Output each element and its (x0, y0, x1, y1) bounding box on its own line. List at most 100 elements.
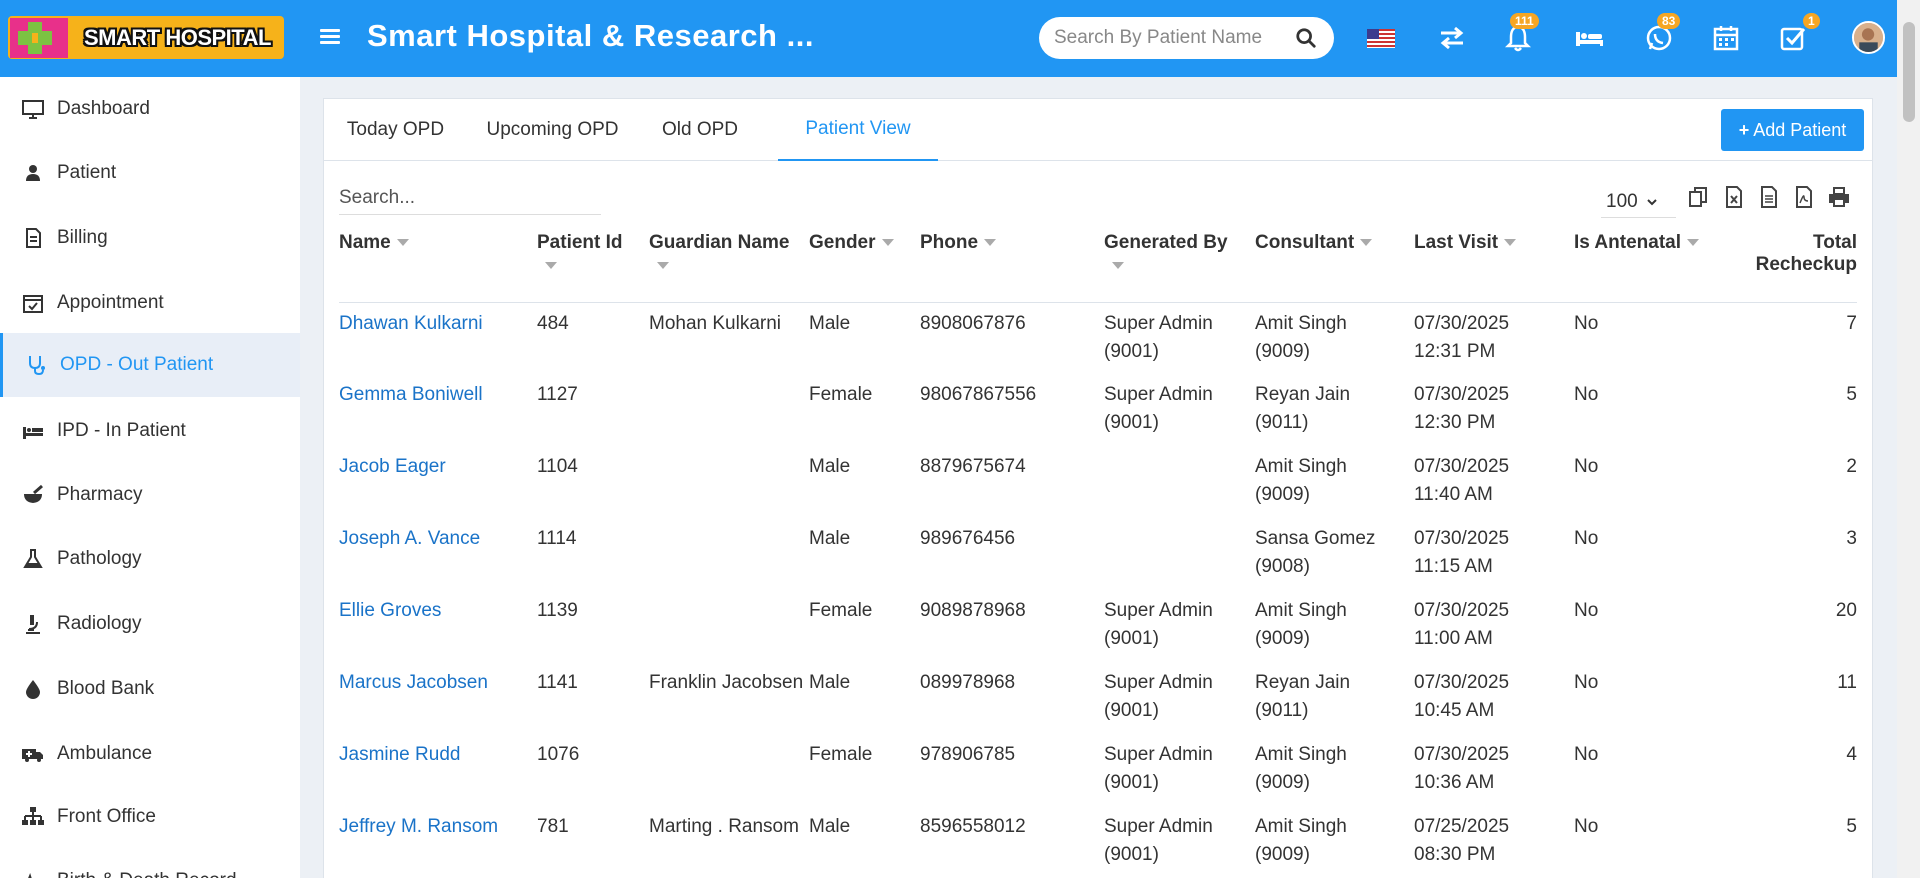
hospital-logo[interactable]: SMART HOSPITAL (8, 16, 284, 59)
sort-icon (545, 262, 557, 269)
cell-gender: Male (809, 456, 851, 477)
sidebar-item-pathology[interactable]: Pathology (0, 527, 300, 591)
sidebar-item-pharmacy[interactable]: Pharmacy (0, 463, 300, 527)
page-size-select[interactable]: 100 (1601, 186, 1676, 218)
cell-patient-id: 1141 (537, 672, 578, 693)
us-flag-icon[interactable] (1365, 22, 1397, 54)
sidebar-item-blood-bank[interactable]: Blood Bank (0, 657, 300, 721)
col-patient-id[interactable]: Patient Id (537, 232, 649, 303)
patient-name-link[interactable]: Jacob Eager (339, 456, 446, 477)
add-patient-button[interactable]: + Add Patient (1721, 109, 1864, 151)
cell-name: Jeffrey M. Ransom (339, 806, 537, 878)
cell-consultant: Amit Singh (9009) (1255, 816, 1347, 865)
excel-icon[interactable] (1722, 185, 1746, 209)
cell-antenatal: No (1574, 744, 1599, 765)
patient-name-link[interactable]: Jeffrey M. Ransom (339, 816, 498, 837)
sidebar-item-label: Front Office (57, 806, 156, 827)
page-scrollbar[interactable] (1897, 0, 1920, 878)
whatsapp-button[interactable]: 83 (1643, 13, 1681, 54)
calendar-icon[interactable] (1710, 22, 1742, 54)
cell-total-recheckup: 3 (1846, 528, 1857, 549)
col-total-recheckup[interactable]: Total Recheckup (1704, 232, 1857, 303)
scroll-thumb[interactable] (1903, 22, 1915, 122)
cell-generated-by: Super Admin (9001) (1104, 672, 1213, 721)
user-avatar[interactable] (1852, 21, 1885, 54)
cell-phone: 978906785 (920, 744, 1016, 765)
csv-icon[interactable] (1757, 185, 1781, 209)
print-icon[interactable] (1827, 185, 1851, 209)
col-name[interactable]: Name (339, 232, 537, 303)
microscope-icon (26, 615, 40, 634)
search-icon[interactable] (1295, 27, 1317, 49)
tab-patient-view[interactable]: Patient View (778, 99, 938, 161)
sort-icon (657, 262, 669, 269)
sidebar-item-birth-death[interactable]: Birth & Death Record (0, 849, 300, 878)
invoice-icon (26, 228, 41, 248)
col-guardian-name[interactable]: Guardian Name (649, 232, 809, 303)
cell-name: Gemma Boniwell (339, 374, 537, 446)
sidebar-item-opd[interactable]: OPD - Out Patient (0, 333, 300, 397)
sidebar-item-label: Ambulance (57, 743, 153, 764)
col-generated-by[interactable]: Generated By (1104, 232, 1255, 303)
cell-generated-by: Super Admin (9001) (1104, 600, 1213, 649)
col-is-antenatal[interactable]: Is Antenatal (1574, 232, 1704, 303)
opd-patient-panel: Today OPD Upcoming OPD Old OPD Patient V… (323, 98, 1873, 878)
sidebar-item-patient[interactable]: Patient (0, 141, 300, 205)
page-size-value: 100 (1606, 190, 1638, 212)
patient-search-input[interactable] (1054, 25, 1276, 51)
sidebar-item-appointment[interactable]: Appointment (0, 271, 300, 335)
cell-total-recheckup: 4 (1846, 744, 1857, 765)
bed-icon[interactable] (1573, 22, 1605, 54)
sidebar-item-ipd[interactable]: IPD - In Patient (0, 399, 300, 463)
tab-upcoming-opd[interactable]: Upcoming OPD (467, 99, 638, 161)
tasks-badge: 1 (1803, 13, 1820, 29)
sidebar-item-label: Radiology (57, 613, 142, 634)
sidebar-toggle-button[interactable] (318, 26, 342, 50)
switch-arrows-icon[interactable] (1436, 22, 1468, 54)
tasks-button[interactable]: 1 (1777, 13, 1820, 54)
cell-phone: 8596558012 (920, 816, 1026, 837)
cell-antenatal: No (1574, 528, 1599, 549)
hamburger-icon (320, 29, 340, 32)
table-body: Dhawan Kulkarni 484 Mohan Kulkarni Male 8908… (339, 302, 1857, 878)
patient-name-link[interactable]: Ellie Groves (339, 600, 441, 621)
sidebar-item-radiology[interactable]: Radiology (0, 592, 300, 656)
patient-name-link[interactable]: Marcus Jacobsen (339, 672, 488, 693)
sidebar-item-billing[interactable]: Billing (0, 206, 300, 270)
col-phone[interactable]: Phone (920, 232, 1104, 303)
sidebar-item-label: IPD - In Patient (57, 420, 186, 441)
cell-name: Dhawan Kulkarni (339, 302, 537, 374)
cell-gender: Male (809, 672, 851, 693)
sort-icon (984, 239, 997, 247)
sidebar-item-front-office[interactable]: Front Office (0, 785, 300, 849)
tab-today-opd[interactable]: Today OPD (324, 99, 467, 161)
sidebar-item-ambulance[interactable]: Ambulance (0, 722, 300, 786)
tab-old-opd[interactable]: Old OPD (638, 99, 762, 161)
cell-total-recheckup: 7 (1846, 312, 1857, 334)
col-gender[interactable]: Gender (809, 232, 920, 303)
table-header-row: Name Patient Id Guardian Name Gender Pho… (339, 232, 1857, 303)
whatsapp-badge: 83 (1657, 13, 1681, 29)
cell-total-recheckup: 5 (1846, 384, 1857, 405)
cell-patient-id: 484 (537, 312, 569, 334)
cell-patient-id: 1139 (537, 600, 578, 621)
cell-gender: Female (809, 744, 873, 765)
cell-guardian (649, 590, 809, 662)
sort-icon (1687, 239, 1699, 247)
cell-generated-by (1104, 518, 1255, 590)
patient-name-link[interactable]: Dhawan Kulkarni (339, 313, 483, 334)
sidebar-item-dashboard[interactable]: Dashboard (0, 77, 300, 141)
notifications-button[interactable]: 111 (1502, 13, 1539, 54)
col-last-visit[interactable]: Last Visit (1414, 232, 1574, 303)
pdf-icon[interactable] (1792, 185, 1816, 209)
cell-antenatal: No (1574, 312, 1599, 334)
patient-name-link[interactable]: Gemma Boniwell (339, 384, 483, 405)
patient-name-link[interactable]: Jasmine Rudd (339, 744, 460, 765)
copy-icon[interactable] (1687, 185, 1711, 209)
sort-icon (1360, 239, 1373, 247)
table-search-input[interactable] (339, 181, 601, 215)
cell-generated-by: Super Admin (9001) (1104, 384, 1213, 433)
patient-name-link[interactable]: Joseph A. Vance (339, 528, 480, 549)
cell-guardian (649, 446, 809, 518)
col-consultant[interactable]: Consultant (1255, 232, 1414, 303)
